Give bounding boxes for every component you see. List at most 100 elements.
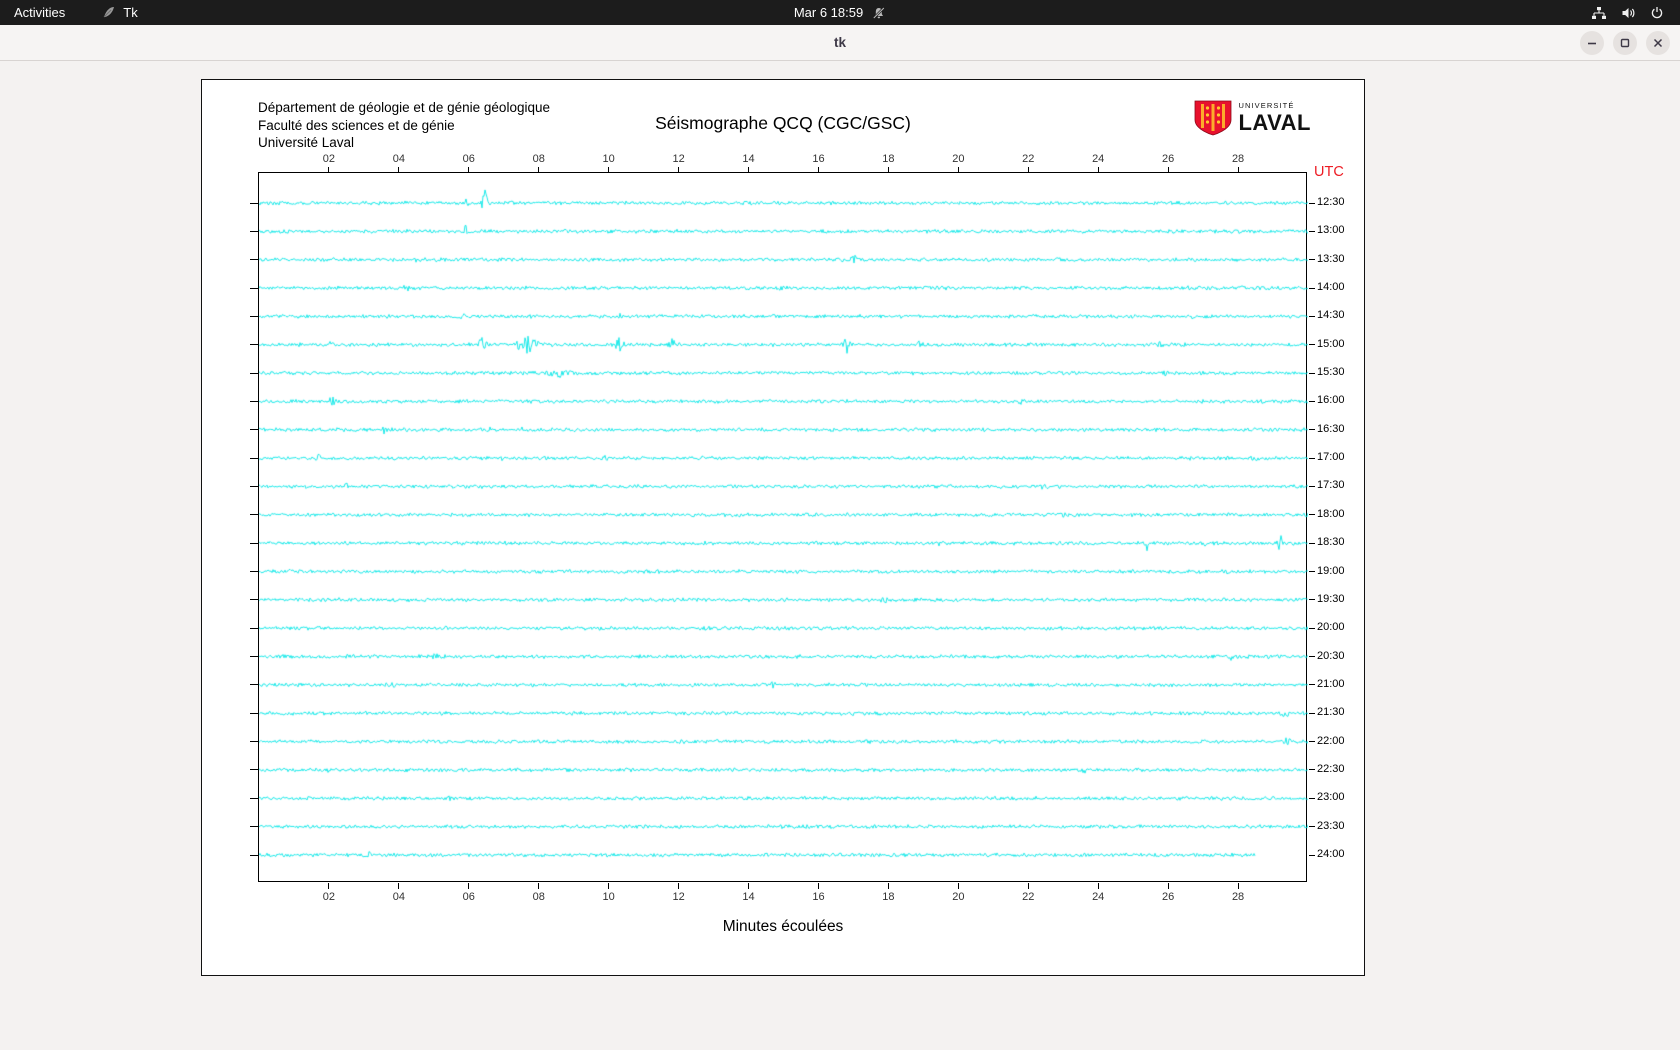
clock-label: Mar 6 18:59 xyxy=(793,5,864,20)
row-tick-left xyxy=(250,259,258,261)
x-tick-label-top: 18 xyxy=(882,153,895,165)
close-icon xyxy=(1653,38,1663,48)
row-tick-left xyxy=(250,429,258,431)
row-time-label: 17:30 xyxy=(1317,479,1345,492)
row-tick-left xyxy=(250,315,258,317)
row-tick-right xyxy=(1309,457,1315,459)
row-time-label: 19:00 xyxy=(1317,564,1345,577)
x-tick-bottom xyxy=(957,883,959,889)
x-tick-bottom xyxy=(1027,883,1029,889)
row-tick-left xyxy=(250,542,258,544)
seismogram-canvas xyxy=(259,173,1308,883)
row-time-label: 21:30 xyxy=(1317,706,1345,719)
x-tick-label-top: 16 xyxy=(812,153,825,165)
row-time-label: 19:30 xyxy=(1317,592,1345,605)
x-tick-bottom xyxy=(1097,883,1099,889)
activities-button[interactable]: Activities xyxy=(14,5,65,20)
row-time-label: 16:00 xyxy=(1317,394,1345,407)
x-tick-label-top: 06 xyxy=(462,153,475,165)
row-tick-left xyxy=(250,769,258,771)
row-time-label: 17:00 xyxy=(1317,451,1345,464)
desktop: Département de géologie et de génie géol… xyxy=(0,61,1680,1050)
x-tick-label-top: 22 xyxy=(1022,153,1035,165)
row-tick-right xyxy=(1309,571,1315,573)
row-tick-right xyxy=(1309,287,1315,289)
x-axis-title: Minutes écoulées xyxy=(722,918,844,935)
x-tick-bottom xyxy=(1167,883,1169,889)
x-tick-label-bottom: 26 xyxy=(1162,891,1175,903)
x-tick-bottom xyxy=(748,883,750,889)
row-tick-left xyxy=(250,797,258,799)
tk-app-indicator[interactable]: Tk xyxy=(101,5,138,20)
power-icon[interactable] xyxy=(1650,6,1664,20)
row-time-label: 18:30 xyxy=(1317,536,1345,549)
x-tick-label-top: 26 xyxy=(1162,153,1175,165)
row-tick-left xyxy=(250,599,258,601)
x-tick-bottom xyxy=(887,883,889,889)
row-tick-left xyxy=(250,854,258,856)
row-tick-left xyxy=(250,826,258,828)
row-tick-right xyxy=(1309,344,1315,346)
top-bar: Activities Tk Mar 6 18:59 xyxy=(0,0,1680,25)
x-tick-bottom xyxy=(468,883,470,889)
x-tick-label-bottom: 08 xyxy=(532,891,545,903)
x-tick-label-top: 24 xyxy=(1092,153,1105,165)
laval-logo: UNIVERSITÉ LAVAL xyxy=(1194,100,1311,136)
row-tick-right xyxy=(1309,202,1315,204)
x-tick-label-top: 08 xyxy=(532,153,545,165)
row-tick-left xyxy=(250,514,258,516)
row-tick-right xyxy=(1309,627,1315,629)
close-button[interactable] xyxy=(1646,31,1670,55)
row-tick-right xyxy=(1309,542,1315,544)
x-tick-label-top: 02 xyxy=(322,153,336,165)
window-controls xyxy=(1580,31,1670,55)
row-tick-right xyxy=(1309,599,1315,601)
x-tick-label-top: 14 xyxy=(742,153,755,165)
volume-icon[interactable] xyxy=(1621,6,1636,20)
laval-logo-text: UNIVERSITÉ LAVAL xyxy=(1238,102,1311,134)
row-tick-left xyxy=(250,400,258,402)
row-tick-right xyxy=(1309,372,1315,374)
row-tick-left xyxy=(250,656,258,658)
x-tick-bottom xyxy=(1237,883,1239,889)
row-time-label: 23:30 xyxy=(1317,819,1345,832)
row-time-label: 16:30 xyxy=(1317,422,1345,435)
row-tick-left xyxy=(250,372,258,374)
row-tick-left xyxy=(250,571,258,573)
minimize-button[interactable] xyxy=(1580,31,1604,55)
x-tick-label-bottom: 04 xyxy=(392,891,405,903)
row-tick-right xyxy=(1309,797,1315,799)
utc-label: UTC xyxy=(1314,164,1344,180)
laval-shield-icon xyxy=(1195,100,1232,136)
row-tick-left xyxy=(250,712,258,714)
window-title: tk xyxy=(833,35,846,50)
row-tick-right xyxy=(1309,400,1315,402)
row-tick-right xyxy=(1309,826,1315,828)
row-tick-right xyxy=(1309,769,1315,771)
row-tick-left xyxy=(250,627,258,629)
row-tick-left xyxy=(250,684,258,686)
row-time-label: 13:00 xyxy=(1317,224,1345,237)
clock-menu-button[interactable]: Mar 6 18:59 xyxy=(794,0,886,25)
x-tick-bottom xyxy=(538,883,540,889)
row-tick-left xyxy=(250,457,258,459)
x-tick-label-bottom: 02 xyxy=(322,891,336,903)
x-tick-bottom xyxy=(678,883,680,889)
row-tick-right xyxy=(1309,684,1315,686)
system-menu-button[interactable] xyxy=(1591,6,1680,20)
row-time-label: 13:30 xyxy=(1317,252,1345,265)
maximize-button[interactable] xyxy=(1613,31,1637,55)
x-tick-label-top: 12 xyxy=(672,153,685,165)
network-wired-icon[interactable] xyxy=(1591,6,1607,20)
row-time-label: 22:30 xyxy=(1317,762,1345,775)
page-title: Séismographe QCQ (CGC/GSC) xyxy=(655,113,911,133)
notifications-disabled-icon xyxy=(873,6,886,19)
row-time-label: 18:00 xyxy=(1317,507,1345,520)
x-tick-label-bottom: 06 xyxy=(462,891,475,903)
x-tick-label-bottom: 12 xyxy=(672,891,685,903)
minimize-icon xyxy=(1588,42,1596,45)
row-tick-left xyxy=(250,344,258,346)
row-tick-right xyxy=(1309,485,1315,487)
row-tick-right xyxy=(1309,429,1315,431)
row-tick-left xyxy=(250,741,258,743)
